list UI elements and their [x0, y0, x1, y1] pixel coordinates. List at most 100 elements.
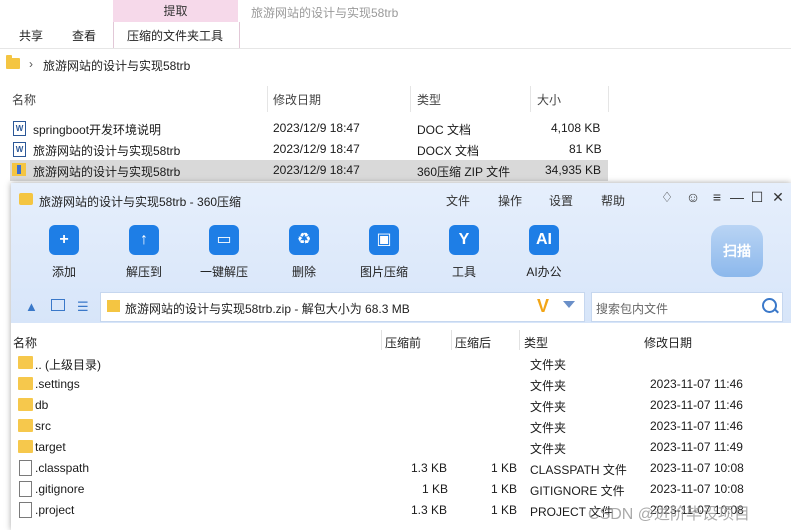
zip-list-item[interactable]: .. (上级目录) 文件夹	[11, 353, 791, 374]
thumbnail-view-icon[interactable]	[51, 299, 65, 311]
address-path: 旅游网站的设计与实现58trb	[43, 59, 191, 73]
zip-item-date: 2023-11-07 11:49	[650, 440, 743, 454]
column-type[interactable]: 类型	[417, 91, 441, 108]
folder-icon	[18, 377, 33, 390]
zip-list-item[interactable]: src 文件夹 2023-11-07 11:46	[11, 416, 791, 437]
zip-item-name: .settings	[35, 377, 80, 391]
zip-item-name: .gitignore	[35, 482, 85, 496]
file-date: 2023/12/9 18:47	[273, 121, 360, 135]
column-divider	[519, 330, 520, 350]
folder-icon	[6, 55, 20, 69]
chevron-down-icon[interactable]	[563, 301, 575, 308]
zip-item-name: .. (上级目录)	[35, 358, 101, 372]
scan-button[interactable]: 扫描	[711, 225, 763, 277]
zip-window-title: 旅游网站的设计与实现58trb - 360压缩	[39, 195, 242, 209]
one-click-extract-button[interactable]: ▭ 一键解压	[189, 225, 259, 285]
zip-item-name: db	[35, 398, 49, 412]
tab-share[interactable]: 共享	[19, 27, 43, 44]
zip-column-name[interactable]: 名称	[13, 334, 37, 351]
column-size[interactable]: 大小	[537, 91, 561, 108]
zip-list-item[interactable]: .classpath 1.3 KB 1 KB CLASSPATH 文件 2023…	[11, 458, 791, 479]
zip-nav-bar: ▲ ☰ 旅游网站的设计与实现58trb.zip - 解包大小为 68.3 MB …	[11, 289, 791, 323]
add-icon: +	[49, 225, 79, 255]
zip-item-after: 1 KB	[491, 503, 518, 517]
more-menu-icon[interactable]: ≡	[708, 188, 726, 206]
zip-item-type: 文件夹	[530, 358, 567, 372]
file-name: 旅游网站的设计与实现58trb	[33, 144, 181, 158]
image-compress-label: 图片压缩	[359, 265, 408, 279]
word-docx-icon: W	[13, 142, 26, 157]
menu-help[interactable]: 帮助	[601, 192, 625, 209]
zip-app-icon	[19, 193, 33, 205]
zip-item-name: .classpath	[35, 461, 90, 475]
file-icon	[19, 460, 32, 476]
zip-item-name: .project	[35, 503, 75, 517]
menu-operate[interactable]: 操作	[498, 192, 522, 209]
file-row[interactable]: W 旅游网站的设计与实现58trb 2023/12/9 18:47 DOCX 文…	[10, 139, 608, 160]
delete-label: 删除	[291, 265, 316, 279]
zip-item-after: 1 KB	[491, 482, 518, 496]
tab-view[interactable]: 查看	[72, 27, 96, 44]
file-size: 81 KB	[569, 142, 602, 156]
folder-icon	[18, 419, 33, 432]
column-divider	[530, 86, 531, 112]
menu-file[interactable]: 文件	[446, 192, 470, 209]
zip-column-after[interactable]: 压缩后	[455, 334, 491, 351]
maximize-icon[interactable]: ☐	[748, 188, 766, 206]
image-compress-button[interactable]: ▣ 图片压缩	[349, 225, 419, 285]
context-tab-extract[interactable]: 提取	[113, 0, 238, 22]
folder-icon	[18, 398, 33, 411]
column-divider	[267, 86, 268, 112]
zip-list-item[interactable]: .settings 文件夹 2023-11-07 11:46	[11, 374, 791, 395]
search-placeholder: 搜索包内文件	[596, 302, 669, 316]
file-date: 2023/12/9 18:47	[273, 163, 360, 177]
list-view-icon[interactable]: ☰	[77, 299, 91, 314]
add-button[interactable]: + 添加	[29, 225, 99, 285]
close-icon[interactable]: ✕	[769, 188, 787, 206]
column-name[interactable]: 名称	[12, 91, 36, 108]
zip-column-date[interactable]: 修改日期	[644, 334, 692, 351]
v-badge-icon[interactable]: V	[537, 296, 549, 317]
file-type: DOCX 文档	[417, 144, 480, 158]
file-icon	[19, 481, 32, 497]
zip-column-type[interactable]: 类型	[524, 334, 548, 351]
word-doc-icon: W	[13, 121, 26, 136]
zip-item-type: CLASSPATH 文件	[530, 463, 627, 477]
zip-list-item[interactable]: .gitignore 1 KB 1 KB GITIGNORE 文件 2023-1…	[11, 479, 791, 500]
zip-item-before: 1 KB	[422, 482, 449, 496]
zip-archive-icon	[12, 163, 26, 176]
zip-list-item[interactable]: db 文件夹 2023-11-07 11:46	[11, 395, 791, 416]
feedback-icon[interactable]: ☺	[684, 188, 702, 206]
zip-item-before: 1.3 KB	[411, 503, 448, 517]
search-input[interactable]: 搜索包内文件	[591, 292, 783, 322]
skin-icon[interactable]: ♢	[658, 188, 676, 206]
ai-icon: AI	[529, 225, 559, 255]
zip-item-date: 2023-11-07 10:08	[650, 482, 744, 496]
tools-icon: Y	[449, 225, 479, 255]
chevron-right-icon[interactable]: ›	[29, 57, 33, 71]
zip-item-type: 文件夹	[530, 442, 567, 456]
zip-path-text: 旅游网站的设计与实现58trb.zip - 解包大小为 68.3 MB	[125, 302, 410, 316]
minimize-icon[interactable]: —	[728, 188, 746, 206]
file-date: 2023/12/9 18:47	[273, 142, 360, 156]
file-row[interactable]: W springboot开发环境说明 2023/12/9 18:47 DOC 文…	[10, 118, 608, 139]
zip-item-type: GITIGNORE 文件	[530, 484, 625, 498]
zip-item-type: 文件夹	[530, 421, 567, 435]
tools-button[interactable]: Y 工具	[429, 225, 499, 285]
column-divider	[410, 86, 411, 112]
watermark: CSDN @进阶毕设项目	[588, 506, 751, 523]
ai-office-button[interactable]: AI AI办公	[509, 225, 579, 285]
search-icon[interactable]	[762, 298, 777, 313]
up-arrow-icon[interactable]: ▲	[25, 299, 39, 314]
file-row-selected[interactable]: 旅游网站的设计与实现58trb 2023/12/9 18:47 360压缩 ZI…	[10, 160, 608, 181]
extract-to-button[interactable]: ↑ 解压到	[109, 225, 179, 285]
menu-settings[interactable]: 设置	[549, 192, 573, 209]
zip-path-bar[interactable]: 旅游网站的设计与实现58trb.zip - 解包大小为 68.3 MB V	[100, 292, 585, 322]
tab-compressed-folder-tools[interactable]: 压缩的文件夹工具	[127, 27, 223, 44]
zip-list-item[interactable]: target 文件夹 2023-11-07 11:49	[11, 437, 791, 458]
address-bar[interactable]: › 旅游网站的设计与实现58trb	[0, 52, 791, 78]
file-icon	[19, 502, 32, 518]
column-date[interactable]: 修改日期	[273, 91, 321, 108]
zip-column-before[interactable]: 压缩前	[385, 334, 421, 351]
delete-button[interactable]: ♻ 删除	[269, 225, 339, 285]
